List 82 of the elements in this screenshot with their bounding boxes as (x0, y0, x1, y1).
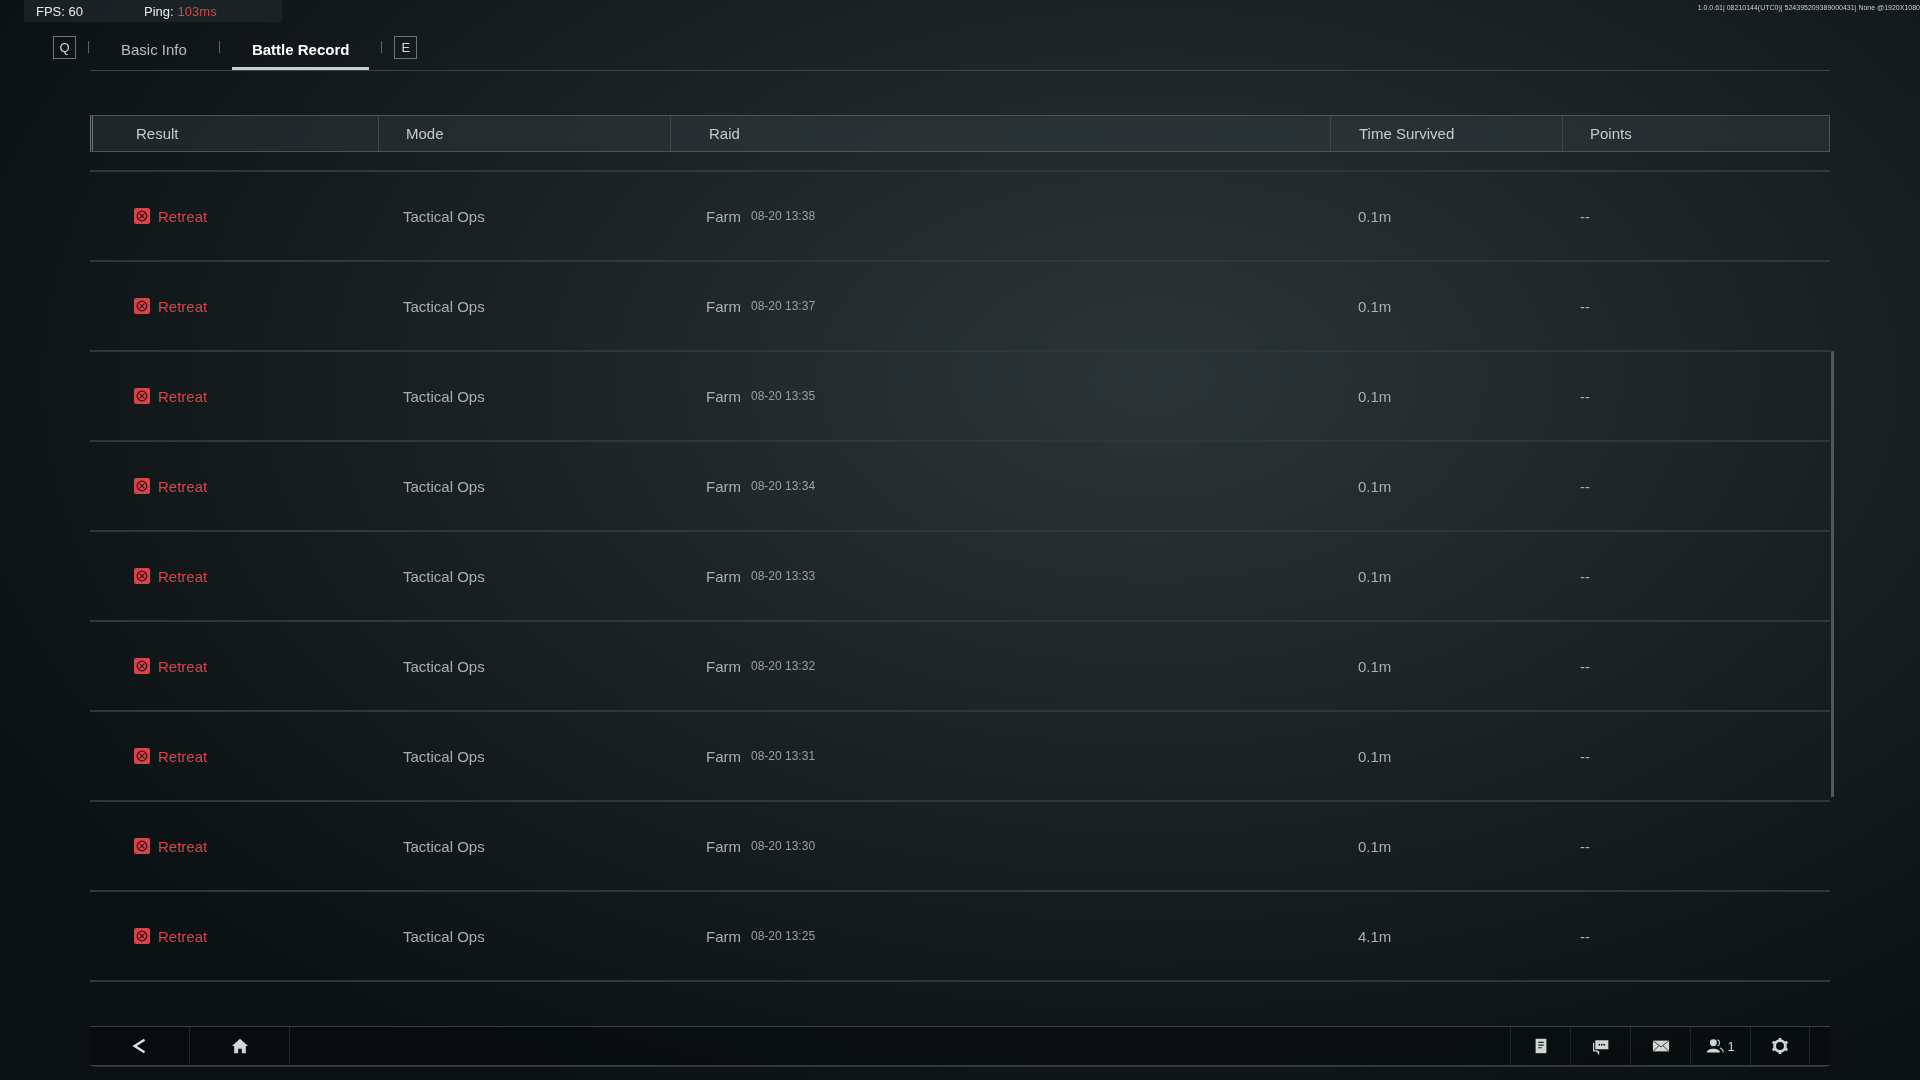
points-text: -- (1580, 837, 1590, 855)
result-text: Retreat (158, 837, 208, 855)
mode-text: Tactical Ops (403, 747, 485, 765)
person-icon (1706, 1037, 1725, 1055)
raid-date-text: 08-20 13:30 (751, 839, 816, 853)
tab[interactable]: Basic Info (101, 32, 207, 70)
envelope-icon (1651, 1037, 1670, 1055)
raid-date-text: 08-20 13:34 (751, 479, 816, 493)
cross-circle-icon (134, 298, 150, 314)
points-text: -- (1580, 387, 1590, 405)
previous-tab-key[interactable]: Q (53, 35, 76, 59)
points-text: -- (1580, 207, 1590, 225)
time-survived-text: 4.1m (1358, 927, 1392, 945)
time-survived-text: 0.1m (1358, 387, 1392, 405)
cross-circle-icon (134, 928, 150, 944)
raid-map-text: Farm (706, 207, 741, 225)
raid-date-text: 08-20 13:38 (751, 209, 816, 223)
mode-text: Tactical Ops (403, 477, 485, 495)
mode-text: Tactical Ops (403, 927, 485, 945)
raid-map-text: Farm (706, 747, 741, 765)
fps-counter: FPS: 60 (36, 3, 83, 19)
time-survived-text: 0.1m (1358, 657, 1392, 675)
cross-circle-icon (134, 388, 150, 404)
raid-date-text: 08-20 13:37 (751, 299, 816, 313)
raid-map-text: Farm (706, 477, 741, 495)
column-header: Mode (379, 116, 671, 151)
settings-icon (1771, 1037, 1789, 1055)
friends-button[interactable]: 1 (1690, 1027, 1750, 1065)
result-text: Retreat (158, 477, 208, 495)
ping-value: 103ms (177, 3, 217, 19)
column-header: Raid (671, 116, 1331, 151)
raid-map-text: Farm (706, 927, 741, 945)
scrollbar[interactable] (1831, 351, 1834, 797)
points-text: -- (1580, 477, 1590, 495)
raid-map-text: Farm (706, 837, 741, 855)
cross-circle-icon (134, 568, 150, 584)
raid-date-text: 08-20 13:33 (751, 569, 816, 583)
result-text: Retreat (158, 387, 208, 405)
time-survived-text: 0.1m (1358, 477, 1392, 495)
cross-circle-icon (134, 658, 150, 674)
result-text: Retreat (158, 747, 208, 765)
points-text: -- (1580, 297, 1590, 315)
column-header: Time Survived (1331, 116, 1563, 151)
next-tab-key[interactable]: E (394, 35, 418, 59)
cross-circle-icon (134, 208, 150, 224)
points-text: -- (1580, 567, 1590, 585)
result-text: Retreat (158, 657, 208, 675)
raid-date-text: 08-20 13:25 (751, 929, 816, 943)
time-survived-text: 0.1m (1358, 747, 1392, 765)
chat-bubble-icon (1591, 1037, 1610, 1055)
column-header: Points (1589, 124, 1633, 144)
raid-map-text: Farm (706, 387, 741, 405)
raid-map-text: Farm (706, 657, 741, 675)
home-icon (230, 1037, 249, 1055)
mode-text: Tactical Ops (403, 567, 485, 585)
raid-date-text: 08-20 13:31 (751, 749, 816, 763)
time-survived-text: 0.1m (1358, 207, 1392, 225)
cross-circle-icon (134, 748, 150, 764)
result-text: Retreat (158, 297, 208, 315)
mode-text: Tactical Ops (403, 297, 485, 315)
result-text: Retreat (158, 927, 208, 945)
time-survived-text: 0.1m (1358, 837, 1392, 855)
raid-map-text: Farm (706, 567, 741, 585)
cross-circle-icon (134, 478, 150, 494)
mode-text: Tactical Ops (403, 387, 485, 405)
mode-text: Tactical Ops (403, 657, 485, 675)
points-text: -- (1580, 657, 1590, 675)
result-text: Retreat (158, 207, 208, 225)
settings-button[interactable] (1750, 1027, 1810, 1065)
mode-text: Tactical Ops (403, 837, 485, 855)
mode-text: Tactical Ops (403, 207, 485, 225)
time-survived-text: 0.1m (1358, 297, 1392, 315)
raid-map-text: Farm (706, 297, 741, 315)
result-text: Retreat (158, 567, 208, 585)
ping-label: Ping: (143, 3, 174, 19)
time-survived-text: 0.1m (1358, 567, 1392, 585)
column-header: Result (93, 116, 379, 151)
raid-date-text: 08-20 13:32 (751, 659, 816, 673)
raid-date-text: 08-20 13:35 (751, 389, 816, 403)
points-text: -- (1580, 747, 1590, 765)
points-text: -- (1580, 927, 1590, 945)
cross-circle-icon (134, 838, 150, 854)
